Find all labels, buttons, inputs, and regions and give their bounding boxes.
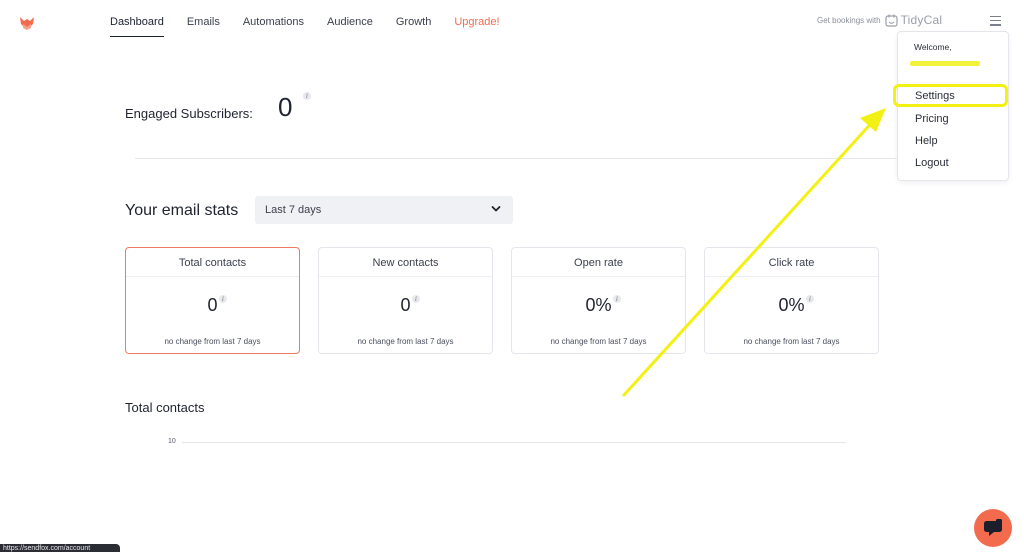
period-select[interactable]: Last 7 days bbox=[255, 196, 513, 224]
engaged-subscribers-value: 0 bbox=[278, 92, 293, 122]
nav-audience[interactable]: Audience bbox=[327, 16, 373, 37]
chart-gridline bbox=[182, 442, 846, 443]
settings-highlight bbox=[893, 84, 1008, 107]
stat-card-divider bbox=[126, 276, 299, 277]
email-stats-title: Your email stats bbox=[125, 202, 239, 219]
total-contacts-chart-title: Total contacts bbox=[125, 400, 205, 415]
calendar-icon bbox=[884, 14, 898, 27]
section-divider bbox=[135, 158, 898, 159]
tidycal-logo: TidyCal bbox=[884, 13, 943, 27]
redacted-username bbox=[910, 61, 980, 66]
stat-card-open-rate[interactable]: Open rate 0% i no change from last 7 day… bbox=[511, 247, 686, 354]
menu-item-logout[interactable]: Logout bbox=[915, 157, 949, 169]
nav-emails[interactable]: Emails bbox=[187, 16, 220, 37]
stat-card-title: Total contacts bbox=[178, 257, 247, 269]
chat-icon bbox=[984, 519, 1002, 536]
menu-item-pricing[interactable]: Pricing bbox=[915, 113, 949, 125]
stat-card-note: no change from last 7 days bbox=[164, 337, 261, 346]
menu-welcome: Welcome, bbox=[914, 42, 952, 52]
nav-automations[interactable]: Automations bbox=[243, 16, 304, 37]
info-icon[interactable]: i bbox=[806, 295, 814, 303]
fox-logo-icon bbox=[20, 17, 34, 30]
hamburger-icon[interactable] bbox=[990, 16, 1001, 26]
nav-dashboard[interactable]: Dashboard bbox=[110, 16, 164, 37]
chart-y-tick: 10 bbox=[168, 438, 176, 445]
stat-card-new-contacts[interactable]: New contacts 0 i no change from last 7 d… bbox=[318, 247, 493, 354]
engaged-subscribers-label: Engaged Subscribers: bbox=[125, 106, 253, 121]
status-bar-url: https://sendfox.com/account bbox=[0, 544, 120, 552]
stat-card-value: 0% bbox=[778, 295, 805, 315]
nav-growth[interactable]: Growth bbox=[396, 16, 431, 37]
sendfox-logo[interactable] bbox=[18, 14, 36, 32]
info-icon[interactable]: i bbox=[412, 295, 420, 303]
info-icon[interactable]: i bbox=[219, 295, 227, 303]
chevron-down-icon bbox=[491, 206, 501, 212]
stat-card-note: no change from last 7 days bbox=[550, 337, 647, 346]
tidycal-promo[interactable]: Get bookings with TidyCal bbox=[817, 13, 942, 27]
info-icon[interactable]: i bbox=[613, 295, 621, 303]
chat-launcher[interactable] bbox=[974, 509, 1012, 547]
menu-item-help[interactable]: Help bbox=[915, 135, 938, 147]
stat-card-value: 0 bbox=[400, 295, 411, 315]
stat-card-title: Click rate bbox=[768, 257, 815, 269]
main-nav: Dashboard Emails Automations Audience Gr… bbox=[110, 16, 523, 37]
stat-card-divider bbox=[319, 276, 492, 277]
stat-card-note: no change from last 7 days bbox=[743, 337, 840, 346]
stat-card-title: Open rate bbox=[574, 257, 623, 269]
nav-upgrade[interactable]: Upgrade! bbox=[454, 16, 499, 37]
stat-card-divider bbox=[705, 276, 878, 277]
stat-card-click-rate[interactable]: Click rate 0% i no change from last 7 da… bbox=[704, 247, 879, 354]
stat-card-total-contacts[interactable]: Total contacts 0 i no change from last 7… bbox=[125, 247, 300, 354]
info-icon[interactable]: i bbox=[303, 92, 311, 100]
tidycal-prompt: Get bookings with bbox=[817, 15, 881, 25]
period-select-value: Last 7 days bbox=[265, 204, 322, 216]
stat-card-divider bbox=[512, 276, 685, 277]
stat-card-value: 0 bbox=[207, 295, 218, 315]
stat-card-value: 0% bbox=[585, 295, 612, 315]
stat-card-note: no change from last 7 days bbox=[357, 337, 454, 346]
stat-card-title: New contacts bbox=[372, 257, 439, 269]
tidycal-brand: TidyCal bbox=[900, 13, 943, 27]
